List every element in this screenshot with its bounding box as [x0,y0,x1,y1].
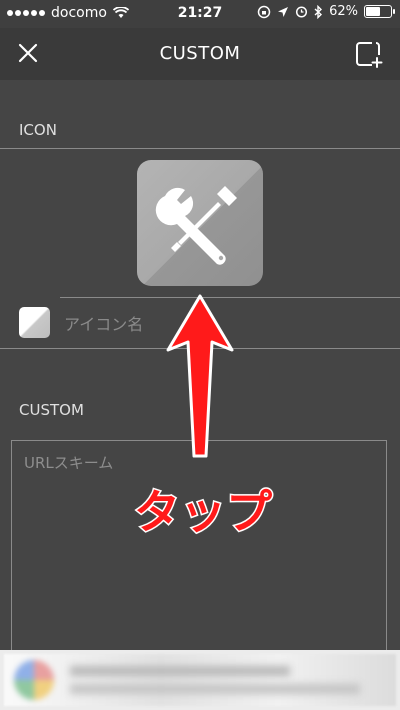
nav-bar: CUSTOM [0,28,400,80]
battery-fill [366,7,381,16]
add-square-icon [356,42,383,68]
battery-icon [364,5,395,18]
page-title: CUSTOM [159,43,241,64]
battery-percent: 62% [329,4,358,19]
bluetooth-icon [314,4,323,19]
app-icon-picker[interactable] [137,160,263,286]
icon-section-label: ICON [19,121,57,139]
add-button[interactable] [350,38,386,70]
rotation-lock-icon [257,5,271,18]
tap-arrow-annotation [166,294,234,458]
tap-annotation-label: タップ [133,484,274,541]
icon-color-swatch[interactable] [19,307,50,338]
status-bar: docomo 21:27 62% [0,0,400,28]
ad-text-line [70,684,360,694]
location-icon [278,6,289,17]
url-scheme-box [11,440,387,655]
ad-logo-icon [14,660,54,700]
divider [0,148,400,149]
status-icons: 62% [257,4,395,19]
custom-section-label: CUSTOM [19,401,84,419]
ad-text-line [70,666,290,676]
alarm-icon [296,6,308,18]
url-scheme-input[interactable] [12,441,386,654]
tools-icon [155,186,237,265]
ad-banner[interactable] [0,650,400,710]
ad-content [4,654,396,706]
